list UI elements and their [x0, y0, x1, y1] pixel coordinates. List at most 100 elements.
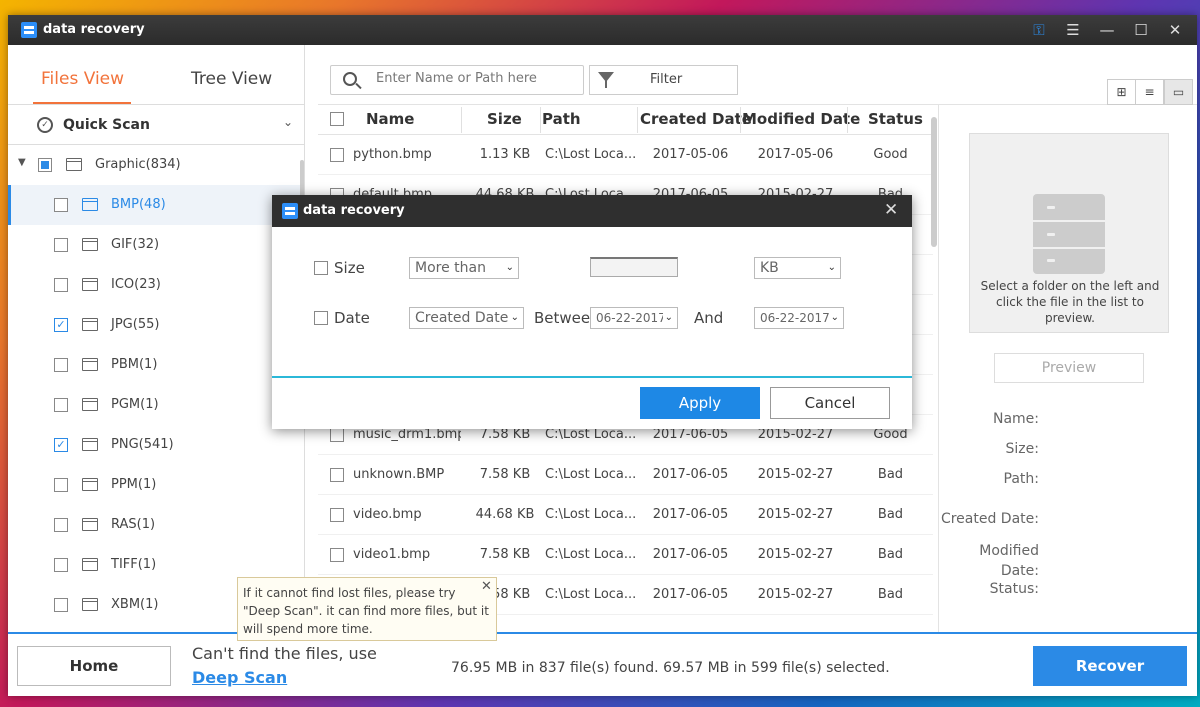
cell-created: 2017-06-05	[652, 547, 729, 562]
tree-item-ppm[interactable]: PPM(1)	[8, 465, 304, 505]
column-header-status[interactable]: Status	[868, 110, 923, 128]
key-icon[interactable]: ⚿	[1028, 19, 1050, 41]
folder-icon	[81, 398, 98, 411]
folder-icon	[81, 278, 98, 291]
tree-checkbox[interactable]	[54, 238, 68, 252]
tree-checkbox[interactable]	[54, 278, 68, 292]
tree-item-png[interactable]: ✓ PNG(541)	[8, 425, 304, 465]
row-checkbox[interactable]	[330, 468, 344, 482]
cell-modified: 2015-02-27	[757, 587, 834, 602]
quick-scan-header[interactable]: ✓ Quick Scan ⌄	[8, 105, 304, 145]
column-divider[interactable]	[637, 107, 638, 133]
close-icon[interactable]: ✕	[1164, 19, 1186, 41]
column-divider[interactable]	[461, 107, 462, 133]
tree-checkbox[interactable]	[54, 358, 68, 372]
tree-checkbox[interactable]	[54, 198, 68, 212]
cell-status: Bad	[877, 547, 904, 562]
size-operator-select[interactable]: More than ⌄	[409, 257, 519, 279]
tree-checkbox[interactable]	[54, 518, 68, 532]
recover-button[interactable]: Recover	[1033, 646, 1187, 686]
cell-path: C:\Lost Loca...	[545, 147, 635, 162]
preview-hint: Select a folder on the left and click th…	[980, 279, 1160, 325]
preview-view-icon[interactable]: ▭	[1164, 79, 1193, 105]
tab-files-view[interactable]: Files View	[41, 69, 124, 89]
tree-item-pgm[interactable]: PGM(1)	[8, 385, 304, 425]
to-date-picker[interactable]: 06-22-2017 ⌄	[754, 307, 844, 329]
tree-checkbox[interactable]	[54, 558, 68, 572]
preview-panel: Select a folder on the left and click th…	[938, 105, 1197, 632]
column-divider[interactable]	[740, 107, 741, 133]
tree-item-graphic[interactable]: ▼ Graphic(834)	[8, 145, 304, 185]
tree-item-gif[interactable]: GIF(32)	[8, 225, 304, 265]
table-row[interactable]: video.bmp 44.68 KB C:\Lost Loca... 2017-…	[318, 495, 933, 535]
tree-label: TIFF(1)	[111, 557, 157, 572]
search-input[interactable]	[376, 71, 576, 86]
deep-scan-link[interactable]: Deep Scan	[192, 668, 287, 687]
cell-modified: 2015-02-27	[757, 507, 834, 522]
minimize-icon[interactable]: —	[1096, 19, 1118, 41]
size-value-input[interactable]	[590, 257, 678, 277]
tree-item-pbm[interactable]: PBM(1)	[8, 345, 304, 385]
expand-arrow-icon[interactable]: ▼	[18, 157, 26, 168]
folder-icon	[81, 358, 98, 371]
size-checkbox[interactable]	[314, 261, 328, 275]
column-header-path[interactable]: Path	[542, 110, 581, 128]
tree-label: PNG(541)	[111, 437, 174, 452]
list-view-icon[interactable]: ≡	[1135, 79, 1164, 105]
preview-button[interactable]: Preview	[994, 353, 1144, 383]
home-button[interactable]: Home	[17, 646, 171, 686]
server-icon	[1033, 194, 1105, 274]
tree-label: RAS(1)	[111, 517, 156, 532]
search-box[interactable]	[330, 65, 584, 95]
cell-status: Good	[873, 427, 908, 442]
row-checkbox[interactable]	[330, 428, 344, 442]
tree-checkbox[interactable]: ✓	[54, 318, 68, 332]
close-icon[interactable]: ✕	[481, 578, 492, 596]
tree-checkbox[interactable]	[54, 398, 68, 412]
filter-button[interactable]: Filter	[589, 65, 738, 95]
column-divider[interactable]	[540, 107, 541, 133]
column-header-size[interactable]: Size	[487, 110, 522, 128]
row-checkbox[interactable]	[330, 508, 344, 522]
tree-item-bmp[interactable]: BMP(48)	[8, 185, 304, 225]
column-header-modified-date[interactable]: Modified Date	[742, 110, 860, 128]
cell-status: Bad	[877, 587, 904, 602]
tree-item-ras[interactable]: RAS(1)	[8, 505, 304, 545]
chevron-down-icon[interactable]: ⌄	[283, 115, 293, 129]
size-unit-select[interactable]: KB ⌄	[754, 257, 841, 279]
table-row[interactable]: video1.bmp 7.58 KB C:\Lost Loca... 2017-…	[318, 535, 933, 575]
scan-status: 76.95 MB in 837 file(s) found. 69.57 MB …	[451, 660, 890, 676]
tree-item-jpg[interactable]: ✓ JPG(55)	[8, 305, 304, 345]
cell-name: music_drm1.bmp	[353, 427, 461, 442]
tree-label: GIF(32)	[111, 237, 160, 252]
row-checkbox[interactable]	[330, 548, 344, 562]
cancel-button[interactable]: Cancel	[770, 387, 890, 419]
close-icon[interactable]: ✕	[884, 200, 898, 220]
tree-checkbox[interactable]: ✓	[54, 438, 68, 452]
left-panel: Files View Tree View ✓ Quick Scan ⌄ ▼ Gr…	[8, 45, 305, 632]
tree-item-ico[interactable]: ICO(23)	[8, 265, 304, 305]
date-checkbox[interactable]	[314, 311, 328, 325]
row-checkbox[interactable]	[330, 148, 344, 162]
apply-button[interactable]: Apply	[640, 387, 760, 419]
cell-name: video.bmp	[353, 507, 422, 522]
tree-checkbox[interactable]	[38, 158, 52, 172]
tree-label: PGM(1)	[111, 397, 159, 412]
column-header-created-date[interactable]: Created Date	[640, 110, 752, 128]
from-date-picker[interactable]: 06-22-2017 ⌄	[590, 307, 678, 329]
menu-icon[interactable]: ☰	[1062, 19, 1084, 41]
grid-vertical-scrollbar[interactable]	[931, 117, 937, 247]
date-field-select[interactable]: Created Date ⌄	[409, 307, 524, 329]
tree-checkbox[interactable]	[54, 478, 68, 492]
tab-tree-view[interactable]: Tree View	[191, 69, 272, 89]
cell-status: Bad	[877, 467, 904, 482]
cell-created: 2017-06-05	[652, 587, 729, 602]
tree-checkbox[interactable]	[54, 598, 68, 612]
table-row[interactable]: unknown.BMP 7.58 KB C:\Lost Loca... 2017…	[318, 455, 933, 495]
column-divider[interactable]	[847, 107, 848, 133]
thumbnail-view-icon[interactable]: ⊞	[1107, 79, 1136, 105]
maximize-icon[interactable]: ☐	[1130, 19, 1152, 41]
column-header-name[interactable]: Name	[366, 110, 414, 128]
select-all-checkbox[interactable]	[330, 112, 344, 126]
table-row[interactable]: python.bmp 1.13 KB C:\Lost Loca... 2017-…	[318, 135, 933, 175]
